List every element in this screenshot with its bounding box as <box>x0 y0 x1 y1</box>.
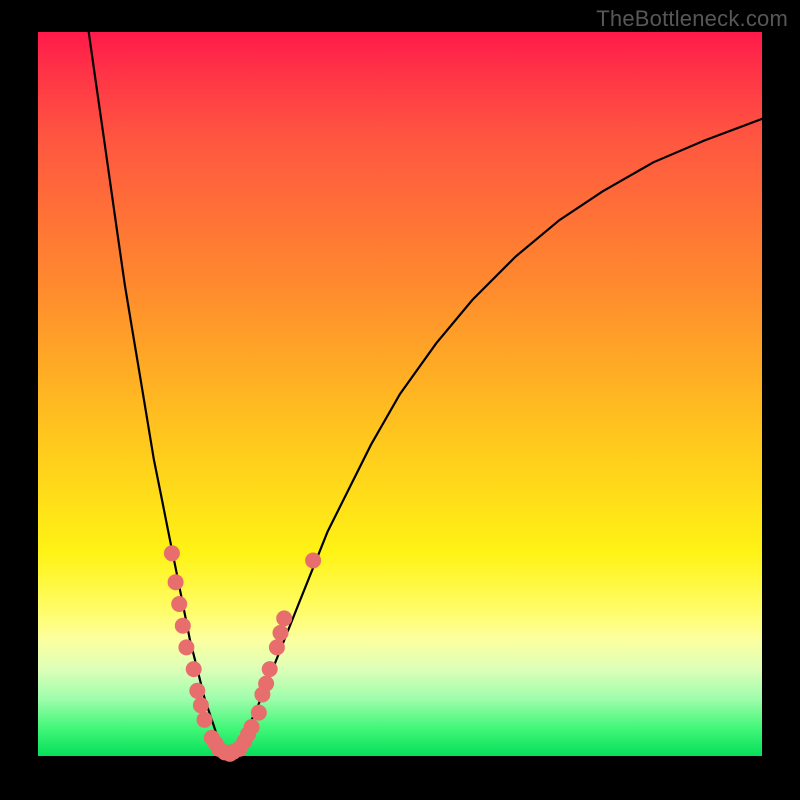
scatter-point <box>273 625 289 641</box>
scatter-point <box>193 697 209 713</box>
scatter-points <box>164 545 321 762</box>
plot-area <box>38 32 762 756</box>
scatter-point <box>189 683 205 699</box>
scatter-point <box>178 639 194 655</box>
scatter-point <box>244 719 260 735</box>
scatter-point <box>305 553 321 569</box>
scatter-point <box>168 574 184 590</box>
scatter-point <box>175 618 191 634</box>
scatter-point <box>251 705 267 721</box>
scatter-point <box>269 639 285 655</box>
scatter-point <box>276 610 292 626</box>
watermark-text: TheBottleneck.com <box>596 6 788 32</box>
scatter-point <box>262 661 278 677</box>
curve-and-points-layer <box>38 32 762 756</box>
scatter-point <box>186 661 202 677</box>
chart-container: TheBottleneck.com <box>0 0 800 800</box>
scatter-point <box>258 676 274 692</box>
scatter-point <box>197 712 213 728</box>
scatter-point <box>164 545 180 561</box>
scatter-point <box>171 596 187 612</box>
